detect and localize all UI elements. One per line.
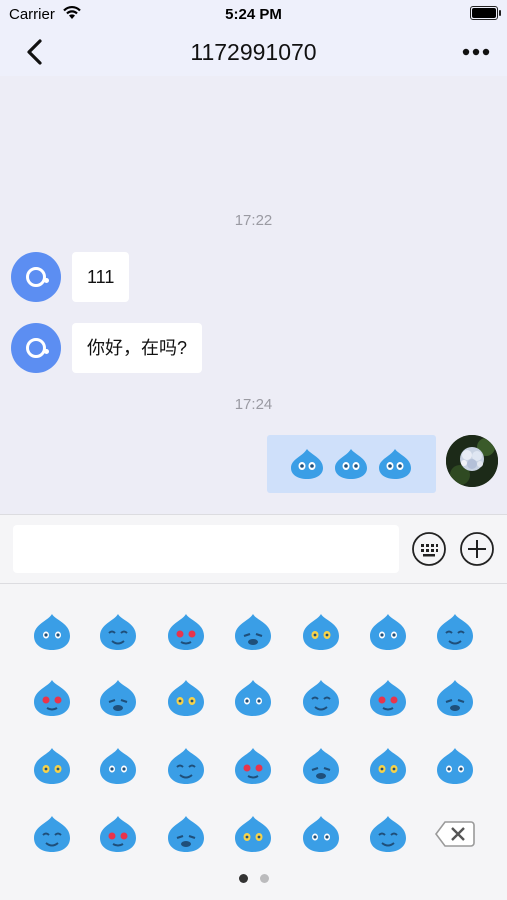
backspace-icon[interactable] — [433, 812, 477, 856]
sticker-icon — [291, 449, 323, 479]
emoji-item[interactable] — [366, 610, 410, 654]
emoji-item[interactable] — [366, 812, 410, 856]
chat-title: 1172991070 — [190, 39, 317, 65]
emoji-item[interactable] — [96, 812, 140, 856]
emoji-item[interactable] — [96, 610, 140, 654]
battery-icon — [470, 6, 501, 20]
chat-message-list[interactable]: 17:22 111 你好，在吗? 17:24 — [0, 76, 507, 514]
page-dot[interactable] — [259, 874, 269, 883]
emoji-item[interactable] — [366, 676, 410, 720]
emoji-item[interactable] — [231, 676, 275, 720]
emoji-item[interactable] — [96, 744, 140, 788]
emoji-item[interactable] — [433, 610, 477, 654]
emoji-item[interactable] — [164, 676, 208, 720]
contact-avatar[interactable] — [11, 323, 61, 373]
emoji-item[interactable] — [231, 610, 275, 654]
emoji-item[interactable] — [299, 610, 343, 654]
emoji-item[interactable] — [164, 744, 208, 788]
emoji-item[interactable] — [366, 744, 410, 788]
timestamp: 17:24 — [234, 396, 273, 413]
more-options-button[interactable] — [459, 40, 493, 64]
sticker-icon — [335, 449, 367, 479]
emoji-item[interactable] — [299, 676, 343, 720]
emoji-panel — [0, 584, 507, 900]
status-time: 5:24 PM — [225, 6, 282, 23]
emoji-item[interactable] — [299, 812, 343, 856]
emoji-item[interactable] — [30, 812, 74, 856]
timestamp: 17:22 — [234, 212, 273, 229]
status-bar: Carrier 5:24 PM — [0, 0, 507, 28]
message-bubble-incoming[interactable]: 111 — [72, 252, 130, 302]
emoji-item[interactable] — [30, 744, 74, 788]
emoji-item[interactable] — [231, 812, 275, 856]
emoji-item[interactable] — [30, 676, 74, 720]
emoji-item[interactable] — [164, 610, 208, 654]
emoji-item[interactable] — [30, 610, 74, 654]
sticker-icon — [379, 449, 411, 479]
emoji-item[interactable] — [231, 744, 275, 788]
page-indicator — [0, 870, 507, 888]
user-avatar[interactable] — [446, 435, 498, 487]
emoji-item[interactable] — [433, 676, 477, 720]
page-dot[interactable] — [238, 874, 248, 883]
message-input[interactable] — [13, 525, 399, 573]
message-bubble-incoming[interactable]: 你好，在吗? — [72, 323, 203, 373]
emoji-item[interactable] — [299, 744, 343, 788]
message-input-bar — [0, 514, 507, 584]
emoji-item[interactable] — [96, 676, 140, 720]
navigation-bar: 1172991070 — [0, 28, 507, 76]
keyboard-toggle-button[interactable] — [411, 531, 447, 567]
message-bubble-outgoing[interactable] — [267, 435, 436, 493]
contact-avatar[interactable] — [11, 252, 61, 302]
emoji-item[interactable] — [164, 812, 208, 856]
emoji-item[interactable] — [433, 744, 477, 788]
add-attachment-button[interactable] — [459, 531, 495, 567]
